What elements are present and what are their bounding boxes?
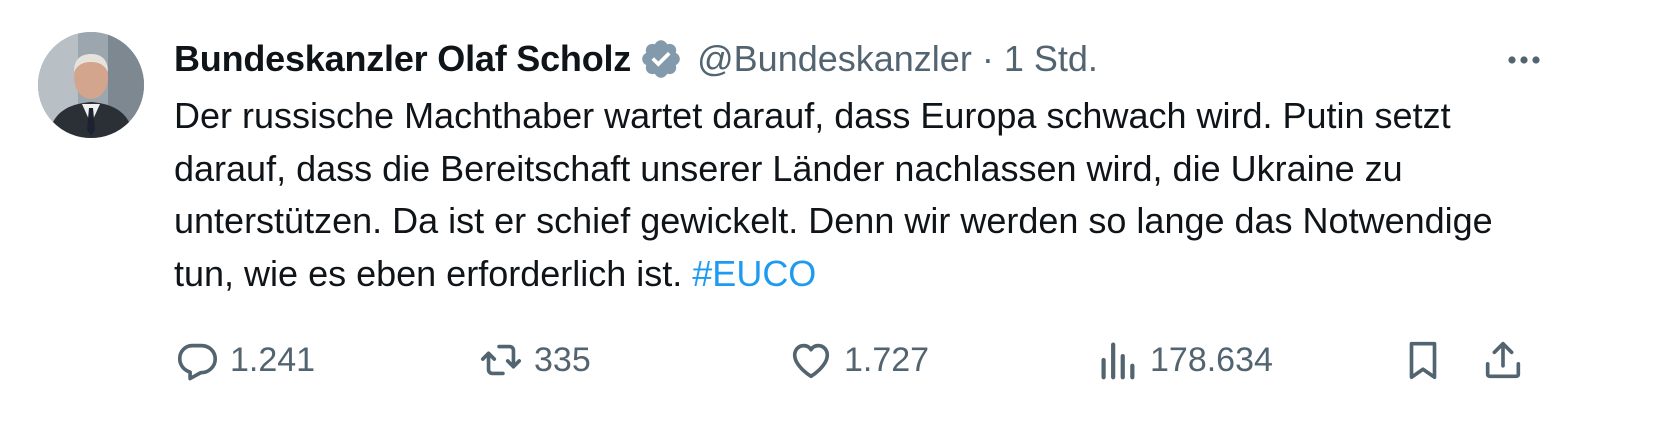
hashtag-link[interactable]: #EUCO — [692, 253, 816, 294]
author-handle[interactable]: @Bundeskanzler — [697, 38, 972, 80]
views-count: 178.634 — [1150, 340, 1273, 379]
retweet-icon — [480, 344, 522, 376]
action-bar: 1.241 335 1.727 178.634 — [0, 334, 1654, 386]
tweet-header: Bundeskanzler Olaf Scholz @Bundeskanzler… — [174, 34, 1098, 84]
reply-count: 1.241 — [230, 340, 316, 379]
tweet-text: Der russische Machthaber wartet darauf, … — [174, 90, 1554, 300]
like-count: 1.727 — [844, 340, 930, 379]
views-button[interactable]: 178.634 — [1094, 334, 1273, 386]
like-icon — [792, 343, 830, 379]
author-name[interactable]: Bundeskanzler Olaf Scholz — [174, 38, 631, 80]
avatar[interactable] — [38, 32, 144, 138]
bookmark-icon — [1409, 341, 1437, 380]
retweet-count: 335 — [534, 340, 591, 379]
like-button[interactable]: 1.727 — [788, 334, 929, 386]
share-icon — [1485, 341, 1521, 379]
share-button[interactable] — [1480, 334, 1526, 386]
reply-icon — [177, 343, 218, 381]
more-icon[interactable] — [1504, 40, 1544, 80]
verified-badge-icon[interactable] — [639, 37, 683, 81]
tweet: Bundeskanzler Olaf Scholz @Bundeskanzler… — [0, 0, 1654, 434]
tweet-body: Der russische Machthaber wartet darauf, … — [174, 95, 1493, 294]
reply-button[interactable]: 1.241 — [174, 334, 315, 386]
separator-dot: · — [981, 38, 994, 79]
bookmark-button[interactable] — [1400, 334, 1446, 386]
views-icon — [1101, 342, 1135, 380]
retweet-button[interactable]: 335 — [478, 334, 591, 386]
timestamp[interactable]: 1 Std. — [1004, 38, 1098, 80]
